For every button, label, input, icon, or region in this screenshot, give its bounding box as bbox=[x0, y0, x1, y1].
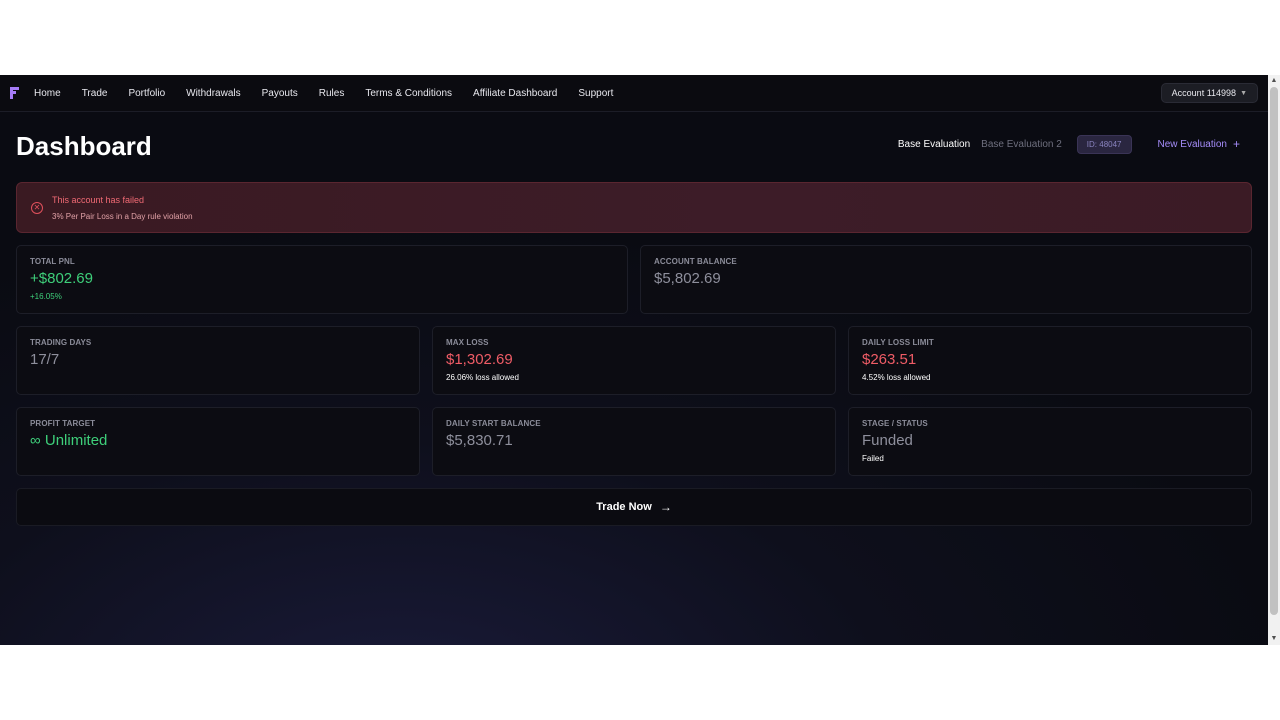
alert-title: This account has failed bbox=[52, 195, 145, 205]
trading-days-value: 17/7 bbox=[30, 351, 60, 368]
max-loss-allowed: 26.06% loss allowed bbox=[446, 373, 519, 382]
new-evaluation-label: New Evaluation bbox=[1157, 138, 1227, 150]
logo-f-icon[interactable] bbox=[10, 87, 20, 99]
scroll-down-icon[interactable]: ▼ bbox=[1270, 635, 1278, 643]
nav-item-support[interactable]: Support bbox=[578, 88, 613, 99]
arrow-right-icon: → bbox=[659, 500, 672, 514]
trading-days-card: TRADING DAYS 17/7 bbox=[16, 326, 420, 395]
nav-item-affiliate-dashboard[interactable]: Affiliate Dashboard bbox=[473, 88, 557, 99]
status-value: Failed bbox=[862, 454, 884, 463]
scrollbar-thumb[interactable] bbox=[1270, 87, 1278, 615]
stage-status-label: STAGE / STATUS bbox=[862, 419, 928, 428]
page-scrollbar[interactable]: ▲ ▼ bbox=[1268, 75, 1280, 645]
tab-base-evaluation[interactable]: Base Evaluation bbox=[898, 139, 970, 150]
total-pnl-card: TOTAL PNL +$802.69 +16.05% bbox=[16, 245, 628, 314]
evaluation-id-badge: ID: 48047 bbox=[1076, 134, 1132, 154]
alert-description: 3% Per Pair Loss in a Day rule violation bbox=[52, 212, 193, 221]
nav-item-payouts[interactable]: Payouts bbox=[262, 88, 298, 99]
nav-item-trade[interactable]: Trade bbox=[82, 88, 108, 99]
stage-status-card: STAGE / STATUS Funded Failed bbox=[848, 407, 1252, 476]
profit-target-label: PROFIT TARGET bbox=[30, 419, 96, 428]
total-pnl-label: TOTAL PNL bbox=[30, 257, 75, 266]
plus-icon: + bbox=[1232, 137, 1240, 151]
daily-loss-limit-card: DAILY LOSS LIMIT $263.51 4.52% loss allo… bbox=[848, 326, 1252, 395]
max-loss-label: MAX LOSS bbox=[446, 338, 489, 347]
scroll-up-icon[interactable]: ▲ bbox=[1270, 77, 1278, 85]
nav-item-home[interactable]: Home bbox=[34, 88, 61, 99]
account-label: Account 114998 bbox=[1171, 88, 1237, 98]
page-title: Dashboard bbox=[16, 131, 152, 161]
nav-item-terms[interactable]: Terms & Conditions bbox=[365, 88, 452, 99]
total-pnl-percent: +16.05% bbox=[30, 292, 62, 301]
total-pnl-value: +$802.69 bbox=[30, 270, 93, 287]
evaluation-tabs: Base Evaluation Base Evaluation 2 ID: 48… bbox=[898, 134, 1240, 154]
daily-start-balance-card: DAILY START BALANCE $5,830.71 bbox=[432, 407, 836, 476]
trade-now-button[interactable]: Trade Now → bbox=[16, 488, 1252, 526]
account-failed-alert: ✕ This account has failed 3% Per Pair Lo… bbox=[16, 182, 1252, 233]
daily-start-balance-label: DAILY START BALANCE bbox=[446, 419, 541, 428]
account-dropdown[interactable]: Account 114998 ▼ bbox=[1160, 83, 1258, 103]
daily-loss-limit-label: DAILY LOSS LIMIT bbox=[862, 338, 934, 347]
daily-loss-limit-value: $263.51 bbox=[862, 351, 917, 368]
account-balance-value: $5,802.69 bbox=[654, 270, 721, 287]
trade-now-label: Trade Now bbox=[596, 501, 652, 513]
nav-item-withdrawals[interactable]: Withdrawals bbox=[186, 88, 240, 99]
account-balance-card: ACCOUNT BALANCE $5,802.69 bbox=[640, 245, 1252, 314]
max-loss-card: MAX LOSS $1,302.69 26.06% loss allowed bbox=[432, 326, 836, 395]
tab-base-evaluation-2[interactable]: Base Evaluation 2 bbox=[981, 139, 1062, 150]
x-circle-icon: ✕ bbox=[31, 202, 43, 214]
chevron-down-icon: ▼ bbox=[1240, 89, 1247, 97]
account-balance-label: ACCOUNT BALANCE bbox=[654, 257, 737, 266]
max-loss-value: $1,302.69 bbox=[446, 351, 513, 368]
profit-target-card: PROFIT TARGET ∞ Unlimited bbox=[16, 407, 420, 476]
profit-target-value: ∞ Unlimited bbox=[30, 432, 108, 449]
new-evaluation-button[interactable]: New Evaluation + bbox=[1158, 137, 1241, 151]
trading-days-label: TRADING DAYS bbox=[30, 338, 92, 347]
stage-value: Funded bbox=[862, 432, 913, 449]
daily-loss-allowed: 4.52% loss allowed bbox=[862, 373, 931, 382]
nav-item-rules[interactable]: Rules bbox=[319, 88, 345, 99]
app-window: Home Trade Portfolio Withdrawals Payouts… bbox=[0, 75, 1268, 645]
daily-start-balance-value: $5,830.71 bbox=[446, 432, 513, 449]
nav-item-portfolio[interactable]: Portfolio bbox=[128, 88, 165, 99]
top-nav: Home Trade Portfolio Withdrawals Payouts… bbox=[0, 75, 1268, 112]
